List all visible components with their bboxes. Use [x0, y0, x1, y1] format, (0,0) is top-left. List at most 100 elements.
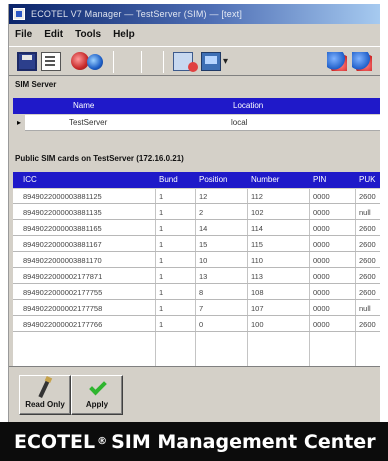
sim-cards-label: Public SIM cards on TestServer (172.16.0…: [15, 154, 184, 163]
disk-blue-icon[interactable]: [87, 54, 103, 70]
cell-number: 102: [251, 208, 264, 217]
toolbar-separator: [113, 51, 114, 73]
save-icon[interactable]: [17, 52, 37, 71]
cell-number: 108: [251, 288, 264, 297]
cell-position: 14: [199, 224, 208, 233]
cards-table-header: ICC Bund Position Number PIN PUK: [13, 172, 380, 188]
cell-icc: 8949022000002177766: [23, 320, 103, 329]
cell-bund: 1: [159, 240, 164, 249]
cell-bund: 1: [159, 304, 164, 313]
column-header-bund[interactable]: Bund: [159, 175, 178, 184]
checkmark-icon: [89, 377, 107, 396]
cell-position: 10: [199, 256, 208, 265]
title-bar: ECOTEL V7 Manager — TestServer (SIM) — […: [9, 4, 380, 24]
column-header-position[interactable]: Position: [199, 175, 227, 184]
users-icon[interactable]: [327, 52, 347, 71]
toolbar-separator: [163, 51, 164, 73]
server-table-header: Name Location: [13, 98, 380, 114]
cell-number: 100: [251, 320, 264, 329]
column-header-puk[interactable]: PUK: [359, 175, 375, 184]
cell-icc: 8949022000003881165: [23, 224, 102, 233]
window-title: ECOTEL V7 Manager — TestServer (SIM) — […: [31, 9, 243, 19]
toolbar-separator: [141, 51, 142, 73]
cell-icc: 8949022000003881125: [23, 192, 102, 201]
cell-puk: null: [359, 208, 371, 217]
column-header-location[interactable]: Location: [233, 101, 263, 110]
table-row[interactable]: 8949022000002177755 1 8 108 0000 2600: [13, 285, 380, 300]
cell-pin: 0000: [313, 320, 330, 329]
cell-number: 112: [251, 192, 263, 201]
row-marker-icon: ▸: [13, 115, 25, 131]
cell-puk: 2600: [359, 256, 376, 265]
apply-button[interactable]: Apply: [71, 375, 123, 415]
cell-icc: 8949022000003881167: [23, 240, 102, 249]
cell-number: 115: [251, 240, 263, 249]
table-row[interactable]: 8949022000003881165 1 14 114 0000 2600: [13, 221, 380, 236]
sim-server-label: SIM Server: [15, 80, 57, 89]
table-row[interactable]: 8949022000003881135 1 2 102 0000 null: [13, 205, 380, 220]
column-header-name[interactable]: Name: [73, 101, 94, 110]
cell-pin: 0000: [313, 304, 330, 313]
monitor-icon[interactable]: [201, 52, 221, 71]
cell-puk: 2600: [359, 272, 376, 281]
cell-position: 8: [199, 288, 204, 297]
cell-puk: 2600: [359, 320, 376, 329]
cell-position: 12: [199, 192, 208, 201]
users-icon[interactable]: [352, 52, 372, 71]
column-header-number[interactable]: Number: [251, 175, 279, 184]
cell-bund: 1: [159, 272, 164, 281]
menu-edit[interactable]: Edit: [44, 29, 63, 40]
menu-tools[interactable]: Tools: [75, 29, 101, 40]
server-table-empty-area: [13, 131, 380, 151]
cell-position: 7: [199, 304, 204, 313]
server-location: local: [231, 118, 248, 127]
apply-label: Apply: [85, 400, 109, 409]
server-row[interactable]: ▸ TestServer local: [13, 115, 380, 131]
cell-pin: 0000: [313, 208, 330, 217]
table-row[interactable]: 8949022000002177758 1 7 107 0000 null: [13, 301, 380, 316]
document-icon[interactable]: [173, 52, 198, 72]
cell-puk: 2600: [359, 240, 376, 249]
registered-mark: ®: [97, 436, 108, 447]
cell-number: 110: [251, 256, 263, 265]
cell-bund: 1: [159, 288, 164, 297]
cell-puk: 2600: [359, 224, 376, 233]
cell-icc: 8949022000002177871: [23, 272, 103, 281]
cell-bund: 1: [159, 192, 164, 201]
cell-bund: 1: [159, 256, 164, 265]
table-row[interactable]: 8949022000002177871 1 13 113 0000 2600: [13, 269, 380, 284]
page-icon[interactable]: [41, 52, 61, 71]
table-row[interactable]: 8949022000003881167 1 15 115 0000 2600: [13, 237, 380, 252]
table-row[interactable]: 8949022000003881125 1 12 112 0000 2600: [13, 189, 380, 204]
cell-icc: 8949022000003881135: [23, 208, 102, 217]
cell-bund: 1: [159, 224, 164, 233]
product-name: SIM Management Center: [111, 430, 376, 453]
menu-file[interactable]: File: [15, 29, 32, 40]
table-row[interactable]: 8949022000003881170 1 10 110 0000 2600: [13, 253, 380, 268]
cell-position: 13: [199, 272, 208, 281]
brand-name: ECOTEL: [14, 430, 96, 453]
cell-bund: 1: [159, 320, 164, 329]
cell-pin: 0000: [313, 256, 330, 265]
cell-pin: 0000: [313, 288, 330, 297]
product-banner: ECOTEL ® SIM Management Center: [0, 422, 388, 461]
table-row[interactable]: 8949022000002177766 1 0 100 0000 2600: [13, 317, 380, 332]
cell-number: 113: [251, 272, 263, 281]
app-icon: [13, 8, 25, 20]
pen-icon: [38, 379, 50, 399]
cell-pin: 0000: [313, 272, 330, 281]
column-header-pin[interactable]: PIN: [313, 175, 326, 184]
cell-pin: 0000: [313, 192, 330, 201]
menu-help[interactable]: Help: [113, 29, 135, 40]
dropdown-arrow-icon[interactable]: ▾: [223, 52, 233, 71]
server-name: TestServer: [69, 118, 108, 127]
read-only-button[interactable]: Read Only: [19, 375, 71, 415]
action-bar: Read Only Apply: [9, 366, 380, 422]
cell-position: 0: [199, 320, 204, 329]
cell-pin: 0000: [313, 240, 330, 249]
cell-position: 15: [199, 240, 208, 249]
column-header-icc[interactable]: ICC: [23, 175, 37, 184]
cell-puk: null: [359, 304, 371, 313]
cell-number: 107: [251, 304, 264, 313]
application-window: ECOTEL V7 Manager — TestServer (SIM) — […: [8, 4, 380, 422]
